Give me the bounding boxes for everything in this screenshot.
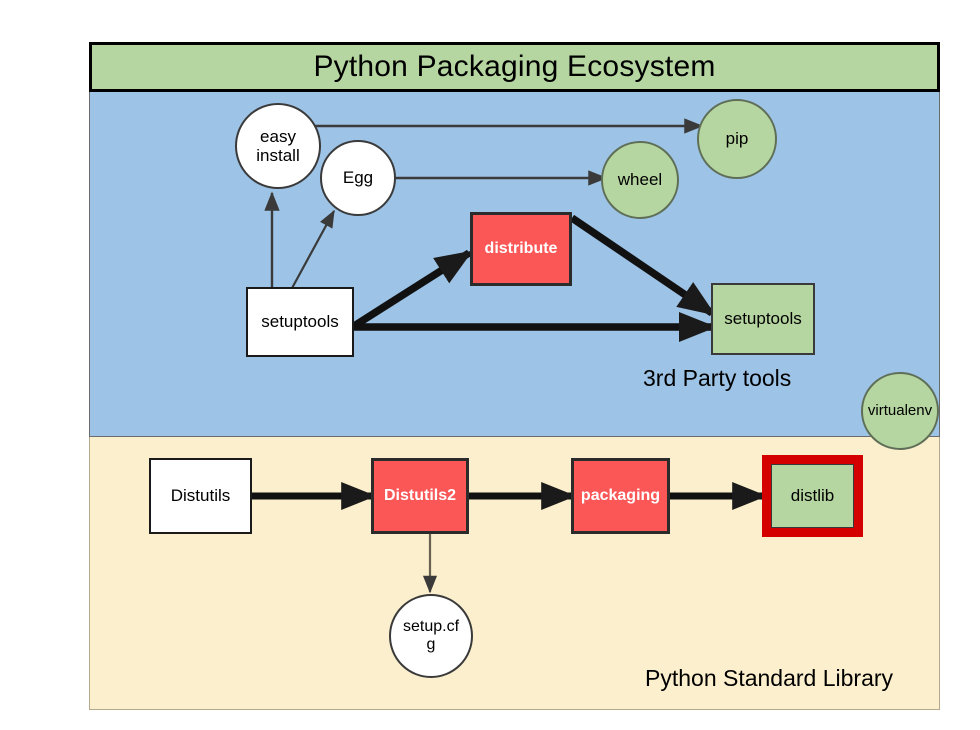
node-packaging[interactable]: packaging	[571, 458, 670, 534]
node-easy-install[interactable]: easy install	[235, 103, 321, 189]
node-distutils-label: Distutils	[170, 486, 231, 506]
node-virtualenv-label: virtualenv	[867, 401, 933, 419]
node-wheel[interactable]: wheel	[601, 141, 679, 219]
python-packaging-diagram: Python Packaging Ecosystem	[89, 42, 940, 710]
diagram-title-bar: Python Packaging Ecosystem	[89, 42, 940, 92]
node-distutils2-label: Distutils2	[383, 487, 456, 505]
node-virtualenv[interactable]: virtualenv	[861, 372, 939, 450]
node-setup-cfg-label: setup.cf g	[402, 618, 460, 653]
node-distutils2[interactable]: Distutils2	[371, 458, 469, 534]
node-pip[interactable]: pip	[697, 99, 777, 179]
node-setuptools-target-label: setuptools	[724, 309, 802, 329]
node-egg-label: Egg	[342, 168, 374, 188]
node-distutils[interactable]: Distutils	[149, 458, 252, 534]
band-label-python-standard-library: Python Standard Library	[645, 665, 894, 691]
page-title: Python Packaging Ecosystem	[313, 50, 716, 83]
node-pip-label: pip	[725, 129, 749, 149]
node-egg[interactable]: Egg	[320, 140, 396, 216]
band-label-third-party-tools: 3rd Party tools	[643, 365, 792, 391]
node-distribute[interactable]: distribute	[470, 212, 572, 286]
node-packaging-label: packaging	[580, 487, 661, 505]
node-distribute-label: distribute	[484, 240, 558, 258]
node-setup-cfg[interactable]: setup.cf g	[389, 594, 473, 678]
diagram-canvas: Python Packaging Ecosystem 3rd Party too…	[0, 0, 980, 730]
node-setuptools-target[interactable]: setuptools	[711, 283, 815, 355]
node-distlib[interactable]: distlib	[762, 455, 863, 537]
node-setuptools-source-label: setuptools	[261, 312, 339, 332]
node-easy-install-label: easy install	[256, 126, 300, 165]
node-distlib-label: distlib	[790, 486, 835, 506]
node-wheel-label: wheel	[617, 170, 663, 190]
node-setuptools-source[interactable]: setuptools	[246, 287, 354, 357]
